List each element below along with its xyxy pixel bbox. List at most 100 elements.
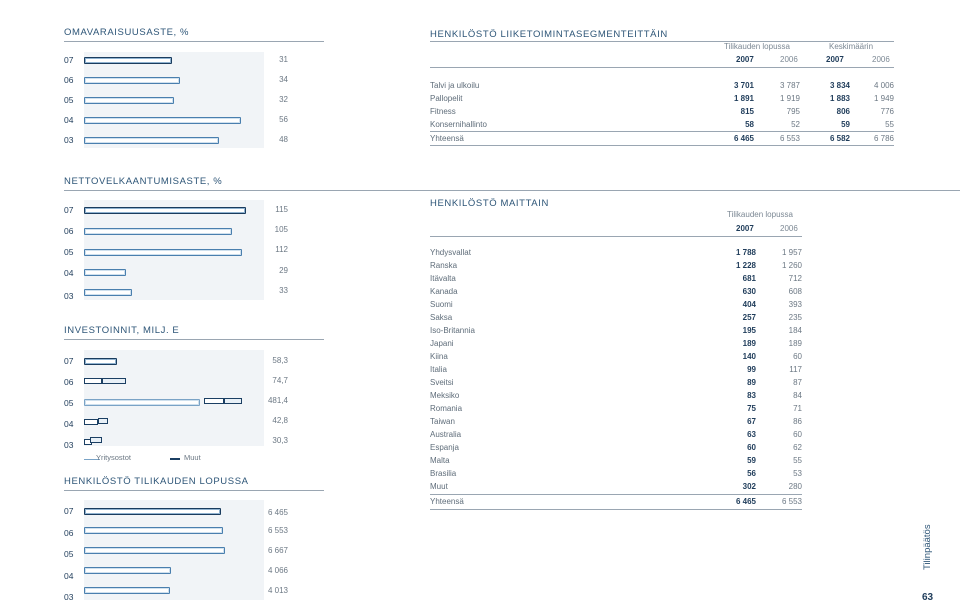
cell: 60 <box>793 352 802 361</box>
personnel-bar-03 <box>84 587 170 594</box>
year-label: 05 <box>64 549 74 559</box>
cell: 4 006 <box>873 81 894 90</box>
year-label: 06 <box>64 75 74 85</box>
value-label: 33 <box>279 286 288 295</box>
cell: 1 891 <box>733 94 754 103</box>
country-label: Espanja <box>430 443 459 452</box>
segment-title-rule <box>430 41 894 42</box>
country-label: Taiwan <box>430 417 455 426</box>
segment-label: Pallopelit <box>430 94 463 103</box>
value-label: 6 667 <box>267 546 288 555</box>
table-row: Talvi ja ulkoilu 3 701 3 787 3 834 4 006 <box>430 79 894 92</box>
cell: 58 <box>745 120 754 129</box>
value-label: 31 <box>279 55 288 64</box>
cell: 52 <box>791 120 800 129</box>
cell: 67 <box>747 417 756 426</box>
table-row: Italia 99 117 <box>430 363 802 376</box>
investment-other-bar-06 <box>84 378 102 384</box>
table-row: Malta 59 55 <box>430 454 802 467</box>
table-row: Taiwan 67 86 <box>430 415 802 428</box>
table-row: Romania 75 71 <box>430 402 802 415</box>
equity-bar-03 <box>84 137 219 144</box>
cell: 1 957 <box>781 248 802 257</box>
year-label: 06 <box>64 226 74 236</box>
cell: 63 <box>747 430 756 439</box>
cell: 1 883 <box>829 94 850 103</box>
segment-year-2006a: 2006 <box>780 55 798 64</box>
value-label: 4 013 <box>267 586 288 595</box>
legend-other-swatch <box>170 458 180 463</box>
country-year-2007: 2007 <box>736 224 754 233</box>
cell: 302 <box>742 482 756 491</box>
cell: 280 <box>788 482 802 491</box>
year-label: 05 <box>64 247 74 257</box>
value-label: 74,7 <box>272 376 288 385</box>
country-total-table: Yhteensä 6 465 6 553 <box>430 495 802 508</box>
year-label: 03 <box>64 291 74 301</box>
table-row: Iso-Britannia 195 184 <box>430 324 802 337</box>
year-label: 07 <box>64 205 74 215</box>
investment-other-bar-05a <box>204 398 224 404</box>
personnel-bar-04 <box>84 567 171 574</box>
investment-bar-07 <box>84 358 117 365</box>
cell: 3 701 <box>733 81 754 90</box>
table-row: Ranska 1 228 1 260 <box>430 259 802 272</box>
cell: 59 <box>841 120 850 129</box>
country-label: Sveitsi <box>430 378 454 387</box>
table-row: Itävalta 681 712 <box>430 272 802 285</box>
value-label: 481,4 <box>267 396 288 405</box>
cell: 815 <box>740 107 754 116</box>
table-row: Fitness 815 795 806 776 <box>430 105 894 118</box>
country-label: Meksiko <box>430 391 460 400</box>
segment-year-2007b: 2007 <box>826 55 844 64</box>
segment-table-title: HENKILÖSTÖ LIIKETOIMINTASEGMENTEITTÄIN <box>430 29 668 40</box>
cell: 60 <box>747 443 756 452</box>
cell: 3 834 <box>829 81 850 90</box>
cell: 6 553 <box>779 134 800 143</box>
personnel-year-end-title: HENKILÖSTÖ TILIKAUDEN LOPUSSA <box>64 476 249 487</box>
cell: 87 <box>793 378 802 387</box>
year-label: 07 <box>64 356 74 366</box>
cell: 53 <box>793 469 802 478</box>
table-row: Brasilia 56 53 <box>430 467 802 480</box>
investment-other-bar-05b <box>224 398 242 404</box>
value-label: 115 <box>275 205 288 214</box>
segment-header-rule <box>430 67 894 68</box>
value-label: 48 <box>279 135 288 144</box>
segment-bottom-rule <box>430 145 894 146</box>
investment-acq-bar-04 <box>98 418 108 424</box>
legend-other-label: Muut <box>184 453 201 462</box>
country-group-header: Tilikauden lopussa <box>727 210 793 219</box>
value-label: 34 <box>279 75 288 84</box>
equity-bar-06 <box>84 77 180 84</box>
cell: 6 786 <box>873 134 894 143</box>
equity-bar-07 <box>84 57 172 64</box>
cell: 195 <box>742 326 756 335</box>
gearing-bar-06 <box>84 228 232 235</box>
country-label: Brasilia <box>430 469 457 478</box>
year-label: 03 <box>64 440 74 450</box>
cell: 6 553 <box>781 497 802 506</box>
personnel-bar-05 <box>84 547 225 554</box>
cell: 86 <box>793 417 802 426</box>
net-gearing-rule <box>64 190 960 191</box>
cell: 1 949 <box>873 94 894 103</box>
table-row: Yhdysvallat 1 788 1 957 <box>430 246 802 259</box>
value-label: 6 465 <box>267 508 288 517</box>
cell: 117 <box>789 365 802 374</box>
gearing-bar-04 <box>84 269 126 276</box>
country-label: Romania <box>430 404 463 413</box>
segment-label: Yhteensä <box>430 134 464 143</box>
cell: 71 <box>793 404 802 413</box>
cell: 62 <box>793 443 802 452</box>
investment-acq-bar-05 <box>84 399 200 406</box>
country-table: Yhdysvallat 1 788 1 957 Ranska 1 228 1 260 Itä… <box>430 246 802 493</box>
cell: 99 <box>747 365 756 374</box>
equity-ratio-rule <box>64 41 324 42</box>
value-label: 58,3 <box>272 356 288 365</box>
year-label: 05 <box>64 95 74 105</box>
table-row: Saksa 257 235 <box>430 311 802 324</box>
country-label: Yhdysvallat <box>430 248 471 257</box>
cell: 1 788 <box>735 248 756 257</box>
table-row: Australia 63 60 <box>430 428 802 441</box>
